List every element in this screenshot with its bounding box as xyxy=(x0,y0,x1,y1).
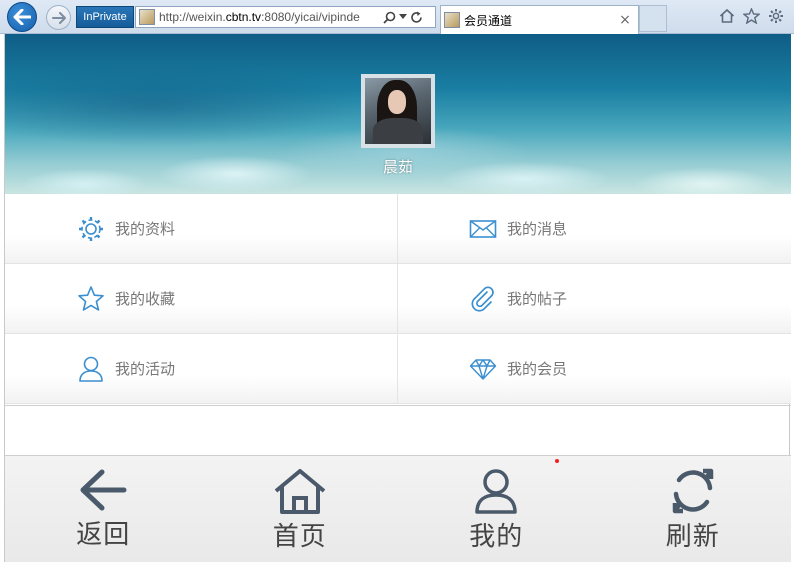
nav-home-button[interactable]: 首页 xyxy=(202,456,399,562)
page-content: 晨茹 我的资料 我的消息 我的收藏 我的帖子 我的活动 我的会员 返回 首页 我… xyxy=(4,34,791,562)
nav-back-button[interactable]: 返回 xyxy=(5,456,202,562)
user-icon xyxy=(76,354,106,384)
address-bar[interactable]: http://weixin.cbtn.tv:8080/yicai/vipinde xyxy=(135,6,436,28)
menu-item-profile[interactable]: 我的资料 xyxy=(5,194,398,263)
gear-icon xyxy=(76,214,106,244)
tab-favicon-icon xyxy=(444,12,460,28)
user-icon xyxy=(475,469,517,514)
refresh-icon[interactable] xyxy=(410,11,423,24)
home-icon xyxy=(274,469,326,514)
nav-refresh-label: 刷新 xyxy=(665,522,720,552)
browser-back-button[interactable] xyxy=(7,2,37,32)
menu-label-activities: 我的活动 xyxy=(115,360,176,378)
gear-icon[interactable] xyxy=(768,8,784,24)
chevron-down-icon[interactable] xyxy=(399,14,407,20)
bottom-nav: 返回 首页 我的 刷新 xyxy=(5,455,791,562)
menu-label-messages: 我的消息 xyxy=(507,220,568,238)
menu-item-activities[interactable]: 我的活动 xyxy=(5,334,398,403)
menu-item-membership[interactable]: 我的会员 xyxy=(398,334,791,403)
diamond-icon xyxy=(468,354,498,384)
arrow-right-icon xyxy=(51,11,66,24)
menu-label-posts: 我的帖子 xyxy=(507,290,568,308)
member-menu: 我的资料 我的消息 我的收藏 我的帖子 我的活动 我的会员 xyxy=(5,194,791,406)
nav-refresh-button[interactable]: 刷新 xyxy=(595,456,792,562)
tab-title: 会员通道 xyxy=(464,13,513,28)
search-icon[interactable] xyxy=(383,11,396,24)
star-icon xyxy=(76,284,106,314)
refresh-icon xyxy=(672,468,713,514)
menu-item-favorites[interactable]: 我的收藏 xyxy=(5,264,398,333)
arrow-left-icon xyxy=(80,469,127,511)
browser-toolbar: InPrivate http://weixin.cbtn.tv:8080/yic… xyxy=(0,0,794,34)
menu-label-profile: 我的资料 xyxy=(115,220,176,238)
nav-back-label: 返回 xyxy=(76,520,131,550)
star-icon[interactable] xyxy=(743,8,760,24)
nav-home-label: 首页 xyxy=(272,522,327,552)
avatar[interactable] xyxy=(361,74,435,148)
close-icon[interactable]: × xyxy=(616,12,634,28)
username: 晨茹 xyxy=(382,158,413,176)
profile-banner: 晨茹 xyxy=(5,34,791,194)
menu-row: 我的收藏 我的帖子 xyxy=(5,264,791,334)
menu-item-messages[interactable]: 我的消息 xyxy=(398,194,791,263)
notification-dot xyxy=(555,459,559,463)
tab-member-channel[interactable]: 会员通道 × xyxy=(440,5,639,34)
menu-label-favorites: 我的收藏 xyxy=(115,290,176,308)
arrow-left-icon xyxy=(13,9,31,25)
new-tab-button[interactable] xyxy=(639,5,667,32)
browser-forward-button[interactable] xyxy=(46,5,71,30)
url-text[interactable]: http://weixin.cbtn.tv:8080/yicai/vipinde xyxy=(159,10,381,24)
menu-row: 我的资料 我的消息 xyxy=(5,194,791,264)
menu-row: 我的活动 我的会员 xyxy=(5,334,791,404)
site-favicon-icon xyxy=(139,9,155,25)
paperclip-icon xyxy=(468,284,498,314)
nav-mine-label: 我的 xyxy=(469,522,524,552)
inprivate-badge[interactable]: InPrivate xyxy=(76,6,134,28)
nav-mine-button[interactable]: 我的 xyxy=(398,456,595,562)
menu-item-posts[interactable]: 我的帖子 xyxy=(398,264,791,333)
envelope-icon xyxy=(468,214,498,244)
home-icon[interactable] xyxy=(719,8,735,24)
menu-label-membership: 我的会员 xyxy=(507,360,568,378)
